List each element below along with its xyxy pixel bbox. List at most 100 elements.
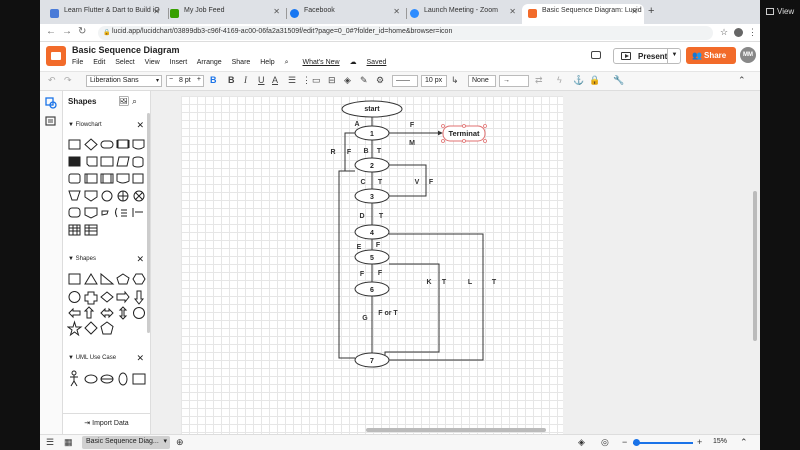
italic-icon[interactable]: I (244, 75, 247, 85)
line-color-icon[interactable]: ✎ (360, 75, 368, 86)
close-library-icon[interactable]: ✕ (136, 254, 144, 265)
swap-arrows-icon[interactable]: ⇄ (535, 75, 543, 86)
line-start-select[interactable]: None (468, 75, 496, 87)
canvas-area[interactable]: start 1 2 3 4 5 6 7 Terminat A F M R F B (151, 91, 760, 434)
tab-flutter[interactable]: Learn Flutter & Dart to Build iO ✕ (44, 4, 166, 24)
tab-lucid[interactable]: Basic Sequence Diagram: Lucid ✕ (522, 4, 644, 24)
shape-outline-icon[interactable]: ▭ (312, 75, 321, 86)
zoom-out-icon[interactable]: − (622, 437, 627, 447)
flow-diagram[interactable]: start 1 2 3 4 5 6 7 Terminat A F M R F B (181, 96, 563, 434)
menu-file[interactable]: File (72, 59, 83, 66)
anchor-icon[interactable]: ⚓ (573, 75, 584, 86)
align-icon[interactable]: ☰ (288, 75, 296, 86)
zoom-slider[interactable] (633, 439, 693, 446)
diagram-page[interactable]: start 1 2 3 4 5 6 7 Terminat A F M R F B (181, 96, 563, 434)
page-tab[interactable]: Basic Sequence Diag... ▾ (82, 436, 170, 449)
more-text-icon[interactable]: ⋮ (302, 75, 311, 86)
saved-status[interactable]: Saved (367, 59, 387, 66)
binoculars-icon[interactable]: ⌕ (285, 59, 289, 66)
back-icon[interactable]: ← (46, 26, 56, 37)
underline-icon[interactable]: U (258, 75, 265, 85)
page-tab-label: Basic Sequence Diag... (86, 438, 159, 445)
uml-shape-grid[interactable] (67, 370, 147, 390)
library-header-uml-use-case[interactable]: ▼ UML Use Case ✕ (68, 353, 146, 364)
star-icon[interactable]: ☆ (720, 27, 728, 38)
image-icon[interactable]: 🖼 (118, 96, 129, 106)
comment-icon[interactable] (591, 51, 601, 59)
shapes-scrollbar[interactable] (147, 113, 150, 333)
close-library-icon[interactable]: ✕ (136, 353, 144, 364)
import-data-button[interactable]: ⇥ Import Data (63, 413, 150, 433)
bold-icon[interactable]: B (228, 75, 235, 85)
zoom-in-icon[interactable]: + (697, 437, 702, 447)
page-list-icon[interactable]: ☰ (46, 437, 54, 448)
close-tab-icon[interactable]: ✕ (631, 7, 638, 16)
line-style-select[interactable]: —— (392, 75, 418, 87)
document-title[interactable]: Basic Sequence Diagram (72, 45, 180, 55)
node-terminator-label: Terminat (448, 129, 480, 138)
increase-size-icon[interactable]: + (197, 76, 201, 83)
menu-arrange[interactable]: Arrange (197, 59, 222, 66)
redo-icon[interactable]: ↷ (64, 75, 72, 86)
library-header-shapes[interactable]: ▼ Shapes ✕ (68, 254, 146, 265)
undo-icon[interactable]: ↶ (48, 75, 56, 86)
flowchart-shape-grid[interactable] (67, 137, 147, 237)
menu-insert[interactable]: Insert (170, 59, 188, 66)
lock-icon: 🔒 (103, 30, 111, 36)
cloud-saved-icon: ☁ (349, 59, 357, 66)
menu-select[interactable]: Select (115, 59, 134, 66)
shapes-panel-icon[interactable] (45, 97, 57, 109)
menu-help[interactable]: Help (260, 59, 274, 66)
present-dropdown-button[interactable]: ▼ (667, 48, 681, 64)
wrench-icon[interactable]: 🔧 (613, 75, 624, 86)
menu-view[interactable]: View (145, 59, 160, 66)
forward-icon[interactable]: → (62, 26, 72, 37)
lock-shape-icon[interactable]: 🔒 (589, 75, 600, 86)
text-bold-blue-icon[interactable]: B (210, 75, 217, 85)
reload-icon[interactable]: ↻ (78, 26, 86, 37)
line-width-select[interactable]: 10 px (421, 75, 447, 87)
close-tab-icon[interactable]: ✕ (273, 7, 280, 16)
connector-style-icon[interactable]: ↳ (451, 75, 459, 86)
search-icon[interactable]: ⌕ (132, 96, 137, 106)
text-color-icon[interactable]: A (272, 75, 278, 85)
lucid-logo-icon[interactable] (46, 46, 66, 66)
library-header-flowchart[interactable]: ▼ Flowchart ✕ (68, 120, 146, 131)
close-library-icon[interactable]: ✕ (136, 120, 144, 131)
tab-zoom[interactable]: Launch Meeting - Zoom ✕ (404, 4, 522, 24)
fill-color-icon[interactable]: ◈ (344, 75, 351, 86)
profile-icon[interactable] (734, 28, 743, 37)
close-tab-icon[interactable]: ✕ (153, 7, 160, 16)
font-family-select[interactable]: Liberation Sans (86, 75, 162, 87)
decrease-size-icon[interactable]: − (169, 76, 173, 83)
zoom-level[interactable]: 15% (713, 438, 727, 445)
vertical-scrollbar[interactable] (753, 191, 757, 341)
view-button[interactable]: View (766, 7, 794, 16)
shape-options-icon[interactable]: ⊟ (328, 75, 336, 86)
layers-stack-icon[interactable]: ◈ (578, 437, 585, 448)
navigate-icon[interactable]: ◎ (601, 437, 609, 448)
add-page-icon[interactable]: ⊕ (176, 437, 184, 448)
collapse-icon[interactable]: ⌃ (740, 437, 748, 448)
url-field[interactable]: 🔒 lucid.app/lucidchart/03899db3-c96f-416… (98, 26, 713, 40)
share-button[interactable]: 👥 Share (686, 47, 736, 64)
tab-facebook[interactable]: Facebook ✕ (284, 4, 406, 24)
line-end-select[interactable]: → (499, 75, 529, 87)
horizontal-scrollbar[interactable] (366, 428, 546, 432)
layers-icon[interactable] (45, 115, 57, 127)
new-tab-button[interactable]: + (648, 5, 654, 17)
menu-share[interactable]: Share (232, 59, 251, 66)
browser-menu-icon[interactable]: ⋮ (748, 27, 757, 38)
collapse-toolbar-icon[interactable]: ⌃ (738, 75, 746, 86)
avatar[interactable]: MM (740, 47, 756, 63)
tab-job-feed[interactable]: My Job Feed ✕ (164, 4, 286, 24)
basic-shape-grid[interactable] (67, 271, 147, 341)
menu-edit[interactable]: Edit (93, 59, 105, 66)
close-tab-icon[interactable]: ✕ (509, 7, 516, 16)
font-size-stepper[interactable]: − 8 pt + (166, 75, 204, 87)
page-grid-icon[interactable]: ▦ (64, 437, 73, 448)
whats-new-link[interactable]: What's New (302, 59, 339, 66)
lightning-icon[interactable]: ϟ (557, 75, 562, 85)
style-options-icon[interactable]: ⚙ (376, 75, 384, 86)
close-tab-icon[interactable]: ✕ (393, 7, 400, 16)
